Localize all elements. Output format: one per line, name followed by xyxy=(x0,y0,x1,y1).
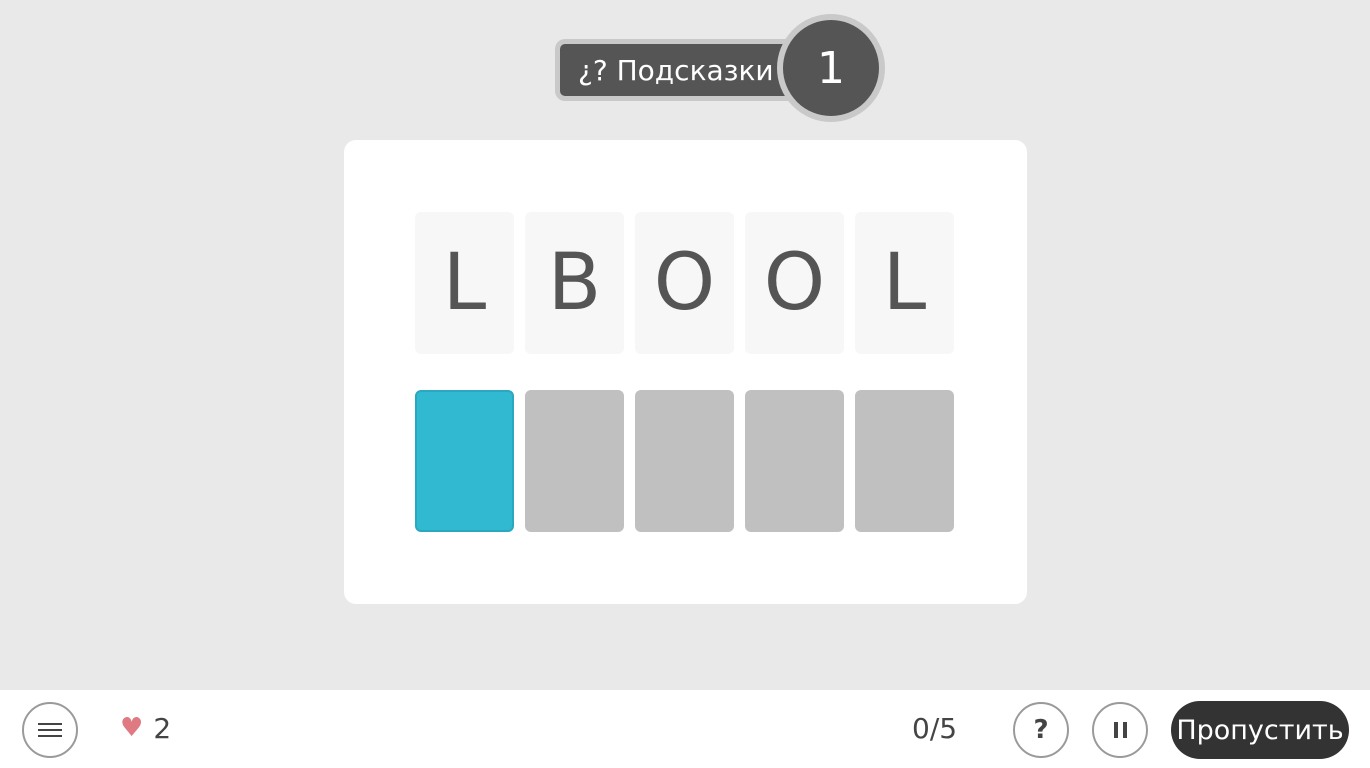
answer-slot-active[interactable] xyxy=(415,390,514,532)
help-button[interactable]: ? xyxy=(1013,702,1069,758)
bottom-bar: ♥ 2 0/5 ? Пропустить xyxy=(0,690,1370,768)
answer-slots xyxy=(415,390,954,532)
pause-button[interactable] xyxy=(1092,702,1148,758)
letter-tile[interactable]: O xyxy=(745,212,844,354)
hints-button[interactable]: ¿? Подсказки xyxy=(555,39,814,101)
letter-tile[interactable]: O xyxy=(635,212,734,354)
answer-slot[interactable] xyxy=(745,390,844,532)
hints-widget[interactable]: ¿? Подсказки 1 xyxy=(555,14,885,122)
hints-count-badge: 1 xyxy=(777,14,885,122)
game-stage: ¿? Подсказки 1 L B O O L xyxy=(0,0,1370,690)
letter-tile[interactable]: L xyxy=(855,212,954,354)
puzzle-card: L B O O L xyxy=(344,140,1027,604)
lives-counter: ♥ 2 xyxy=(120,711,172,745)
letter-tile[interactable]: B xyxy=(525,212,624,354)
hints-label: ¿? Подсказки xyxy=(578,53,774,87)
answer-slot[interactable] xyxy=(525,390,624,532)
pause-icon xyxy=(1113,722,1127,738)
answer-slot[interactable] xyxy=(855,390,954,532)
hamburger-icon xyxy=(38,719,62,741)
answer-slot[interactable] xyxy=(635,390,734,532)
skip-button[interactable]: Пропустить xyxy=(1171,701,1349,759)
heart-icon: ♥ xyxy=(120,713,144,743)
letter-tile[interactable]: L xyxy=(415,212,514,354)
progress-counter: 0/5 xyxy=(912,712,958,745)
lives-value: 2 xyxy=(153,711,172,745)
menu-button[interactable] xyxy=(22,702,78,758)
letter-tiles: L B O O L xyxy=(415,212,954,354)
